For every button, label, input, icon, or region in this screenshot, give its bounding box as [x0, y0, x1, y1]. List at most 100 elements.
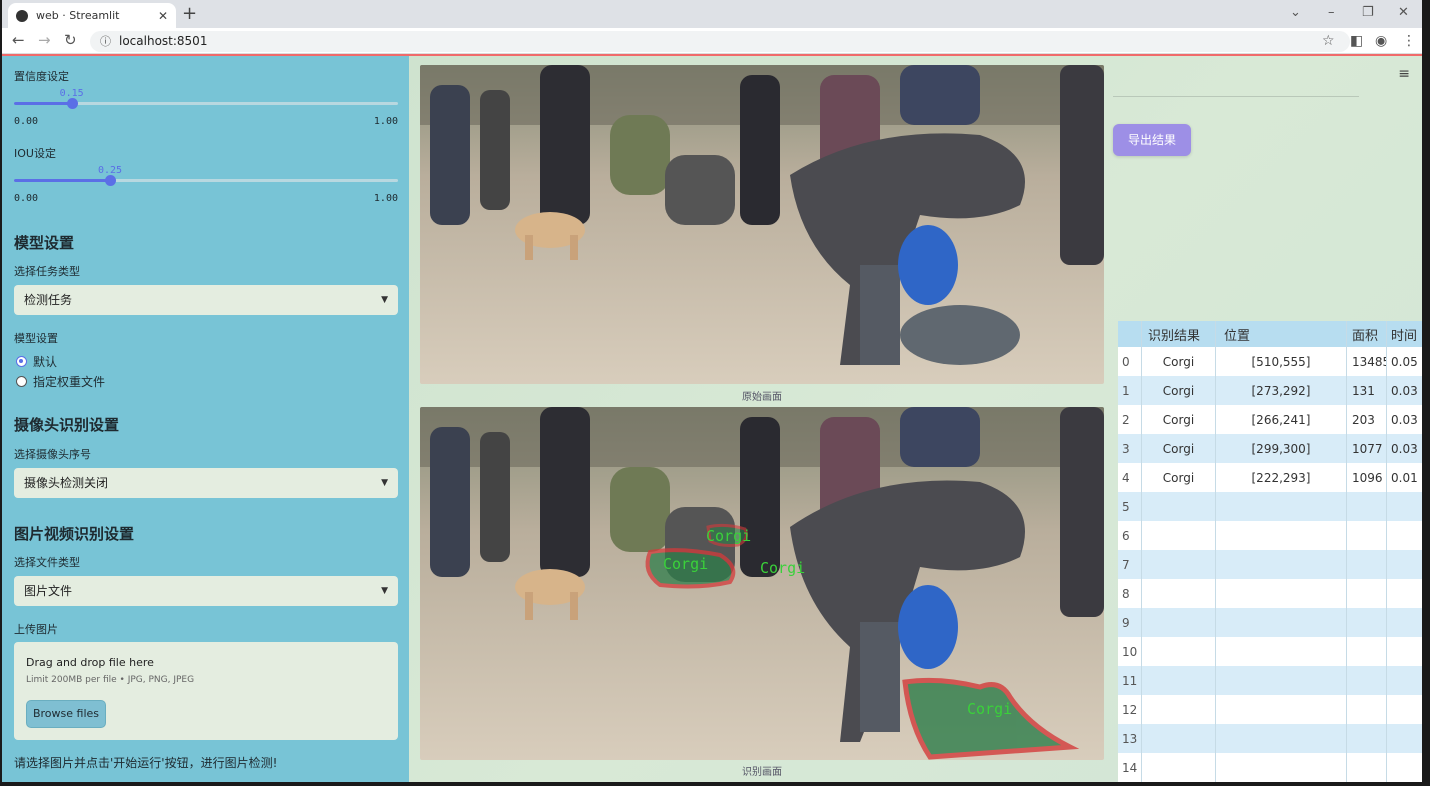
table-cell — [1216, 666, 1347, 695]
table-cell: 203 — [1347, 405, 1387, 434]
table-cell — [1347, 724, 1387, 753]
table-cell — [1387, 521, 1422, 550]
sidebar: 置信度设定 0.15 0.00 1.00 IOU设定 0.25 0.00 1.0… — [2, 56, 409, 782]
table-cell: Corgi — [1142, 405, 1216, 434]
info-icon[interactable]: ⓘ — [100, 35, 111, 48]
table-cell: [273,292] — [1216, 376, 1347, 405]
bookmark-star-icon[interactable]: ☆ — [1322, 33, 1335, 49]
table-cell: 0 — [1118, 347, 1142, 376]
file-type-select[interactable]: 图片文件 ▼ — [14, 576, 398, 606]
table-header-cell[interactable] — [1118, 321, 1142, 347]
url-field[interactable]: ⓘ localhost:8501 — [90, 31, 1350, 52]
slider-fill — [14, 179, 110, 182]
table-row: 4 Corgi [222,293] 1096 0.01 — [1118, 463, 1422, 492]
table-cell — [1387, 753, 1422, 782]
table-cell: 5 — [1118, 492, 1142, 521]
table-row: 13 — [1118, 724, 1422, 753]
slider-max: 1.00 — [373, 193, 398, 204]
table-cell — [1347, 753, 1387, 782]
table-row: 6 — [1118, 521, 1422, 550]
table-cell: 3 — [1118, 434, 1142, 463]
table-cell — [1387, 608, 1422, 637]
table-cell — [1216, 521, 1347, 550]
table-header-cell[interactable]: 识别结果 — [1142, 321, 1216, 347]
table-cell — [1142, 753, 1216, 782]
table-cell — [1216, 637, 1347, 666]
task-type-select[interactable]: 检测任务 ▼ — [14, 285, 398, 315]
original-caption: 原始画面 — [742, 392, 782, 403]
upload-label: 上传图片 — [14, 623, 58, 636]
table-cell: 0.05 — [1391, 354, 1418, 369]
table-cell — [1347, 666, 1387, 695]
confidence-slider[interactable]: 0.15 0.00 1.00 — [14, 88, 398, 128]
detection-label: Corgi — [967, 700, 1012, 718]
camera-select[interactable]: 摄像头检测关闭 ▼ — [14, 468, 398, 498]
radio-custom-weights[interactable]: 指定权重文件 — [16, 373, 105, 390]
table-cell — [1216, 492, 1347, 521]
table-cell — [1142, 637, 1216, 666]
camera-value: 摄像头检测关闭 — [24, 476, 109, 490]
radio-default[interactable]: 默认 — [16, 353, 57, 370]
table-cell — [1142, 550, 1216, 579]
table-cell: Corgi — [1142, 434, 1216, 463]
iou-slider[interactable]: 0.25 0.00 1.00 — [14, 165, 398, 205]
hamburger-menu-icon[interactable]: ≡ — [1398, 66, 1410, 82]
table-cell: [222,293] — [1216, 463, 1347, 492]
table-cell — [1347, 637, 1387, 666]
table-cell — [1142, 492, 1216, 521]
table-cell — [1387, 666, 1422, 695]
slider-thumb[interactable] — [66, 98, 78, 109]
table-row: 3 Corgi [299,300] 1077 0.03 — [1118, 434, 1422, 463]
table-header-cell[interactable]: 位置 — [1216, 321, 1347, 347]
browser-tab[interactable]: web · Streamlit ✕ — [8, 3, 176, 28]
table-cell — [1216, 753, 1347, 782]
model-settings-heading: 模型设置 — [14, 234, 75, 252]
radio-unselected-icon[interactable] — [16, 376, 27, 387]
side-panel-icon[interactable]: ◧ — [1350, 33, 1363, 49]
dropzone-limit: Limit 200MB per file • JPG, PNG, JPEG — [26, 675, 195, 685]
table-row: 11 — [1118, 666, 1422, 695]
table-cell — [1347, 492, 1387, 521]
close-window-icon[interactable]: ✕ — [1398, 5, 1409, 20]
result-caption: 识别画面 — [742, 767, 782, 778]
media-settings-heading: 图片视频识别设置 — [14, 525, 135, 543]
browse-files-button[interactable]: Browse files — [26, 700, 106, 728]
table-row: 5 — [1118, 492, 1422, 521]
more-menu-icon[interactable]: ⋮ — [1402, 33, 1416, 49]
radio-custom-label: 指定权重文件 — [33, 375, 106, 389]
results-table: 识别结果 位置 面积 时间 0 Corgi [510,555] 13485 0.05 1 Corgi… — [1118, 321, 1422, 782]
table-cell: 13 — [1118, 724, 1142, 753]
export-results-button[interactable]: 导出结果 — [1113, 124, 1191, 156]
table-cell — [1347, 608, 1387, 637]
table-row: 10 — [1118, 637, 1422, 666]
table-cell: 7 — [1118, 550, 1142, 579]
slider-thumb[interactable] — [105, 175, 116, 186]
chevron-down-icon: ▼ — [381, 295, 388, 305]
table-cell: 1 — [1118, 376, 1142, 405]
table-cell: 11 — [1118, 666, 1142, 695]
new-tab-icon[interactable]: + — [182, 3, 197, 24]
table-cell — [1216, 724, 1347, 753]
table-header-cell[interactable]: 面积 — [1347, 321, 1387, 347]
table-cell — [1387, 550, 1422, 579]
radio-selected-icon[interactable] — [16, 356, 27, 367]
table-cell — [1387, 492, 1422, 521]
restore-icon[interactable]: ❐ — [1362, 5, 1374, 20]
table-cell: Corgi — [1142, 347, 1216, 376]
browser-window: web · Streamlit ✕ + ⌄ – ❐ ✕ ← → ↻ ⓘ local… — [2, 0, 1422, 782]
table-cell: 6 — [1118, 521, 1142, 550]
tab-title: web · Streamlit — [36, 9, 120, 22]
table-cell: 0.03 — [1391, 383, 1418, 398]
table-cell — [1347, 695, 1387, 724]
table-header-cell[interactable]: 时间 — [1387, 321, 1422, 347]
profile-icon[interactable]: ◉ — [1375, 33, 1387, 49]
minimize-icon[interactable]: – — [1328, 5, 1335, 20]
table-cell: 1096 — [1347, 463, 1387, 492]
forward-icon[interactable]: → — [38, 31, 51, 49]
chevron-down-icon[interactable]: ⌄ — [1290, 5, 1301, 20]
back-icon[interactable]: ← — [12, 31, 25, 49]
close-tab-icon[interactable]: ✕ — [158, 9, 168, 23]
reload-icon[interactable]: ↻ — [64, 31, 77, 49]
slider-fill — [14, 102, 72, 105]
file-dropzone[interactable]: Drag and drop file here Limit 200MB per … — [14, 642, 398, 740]
